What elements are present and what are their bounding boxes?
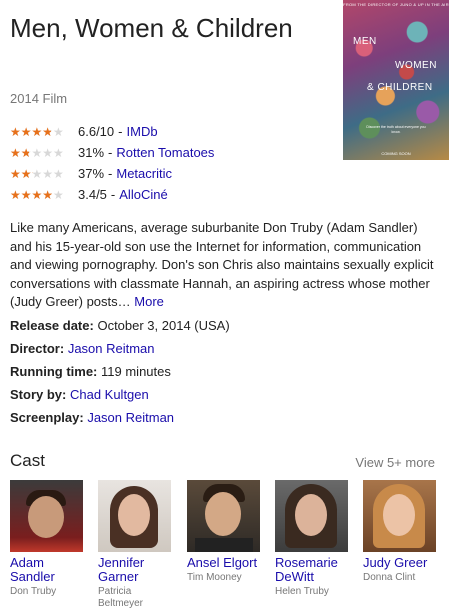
cast-photo[interactable] — [10, 480, 83, 552]
cast-name-link[interactable]: Jennifer Garner — [98, 555, 144, 584]
fact-label: Screenplay: — [10, 410, 84, 425]
cast-photo[interactable] — [363, 480, 436, 552]
cast-member-card[interactable]: Rosemarie DeWitt Helen Truby — [275, 480, 348, 598]
story-by-link[interactable]: Chad Kultgen — [70, 387, 149, 402]
rating-score: 31% — [78, 145, 105, 160]
cast-member-card[interactable]: Adam Sandler Don Truby — [10, 480, 83, 598]
cast-member-card[interactable]: Jennifer Garner Patricia Beltmeyer — [98, 480, 171, 610]
cast-role: Patricia Beltmeyer — [98, 586, 144, 609]
movie-description: Like many Americans, average suburbanite… — [10, 219, 438, 312]
cast-name-link[interactable]: Ansel Elgort — [187, 555, 257, 570]
movie-facts: Release date: October 3, 2014 (USA) Dire… — [10, 314, 230, 429]
fact-label: Release date: — [10, 318, 94, 333]
more-link[interactable]: More — [134, 294, 164, 309]
fact-value: 119 minutes — [101, 364, 171, 379]
cast-name-link[interactable]: Rosemarie DeWitt — [275, 555, 338, 584]
rating-source-link[interactable]: Rotten Tomatoes — [116, 142, 214, 163]
star-rating-icon: ★★★★★★★★★★ — [10, 187, 64, 202]
cast-photo[interactable] — [187, 480, 260, 552]
cast-photo[interactable] — [275, 480, 348, 552]
rating-source-link[interactable]: Metacritic — [116, 163, 172, 184]
rating-row: ★★★★★★★★★★ 31% - Rotten Tomatoes — [10, 142, 214, 163]
rating-score: 6.6/10 — [78, 124, 115, 139]
cast-name-link[interactable]: Judy Greer — [363, 555, 427, 570]
star-rating-icon: ★★★★★★★★★★ — [10, 166, 64, 181]
fact-screenplay: Screenplay: Jason Reitman — [10, 406, 230, 429]
cast-member-card[interactable]: Ansel Elgort Tim Mooney — [187, 480, 260, 584]
star-rating-icon: ★★★★★★★★★★ — [10, 124, 64, 139]
rating-row: ★★★★★★★★★★ 37% - Metacritic — [10, 163, 214, 184]
poster-title-line: WOMEN — [395, 60, 437, 71]
rating-source-link[interactable]: IMDb — [127, 121, 158, 142]
poster-title-line: & CHILDREN — [367, 82, 433, 93]
fact-label: Story by: — [10, 387, 67, 402]
rating-score: 3.4/5 — [78, 187, 107, 202]
rating-source-link[interactable]: AlloCiné — [119, 184, 167, 205]
subtitle: 2014 Film — [10, 91, 68, 106]
fact-release-date: Release date: October 3, 2014 (USA) — [10, 314, 230, 337]
cast-member-card[interactable]: Judy Greer Donna Clint — [363, 480, 436, 584]
rating-score: 37% — [78, 166, 105, 181]
fact-value: October 3, 2014 (USA) — [97, 318, 230, 333]
poster-tagline: Discover the truth about everyone you kn… — [366, 125, 426, 134]
cast-name-link[interactable]: Adam Sandler — [10, 555, 55, 584]
cast-role: Helen Truby — [275, 586, 329, 597]
director-link[interactable]: Jason Reitman — [68, 341, 155, 356]
rating-row: ★★★★★★★★★★ 3.4/5 - AlloCiné — [10, 184, 214, 205]
ratings-list: ★★★★★★★★★★ 6.6/10 - IMDb ★★★★★★★★★★ 31% … — [10, 121, 214, 205]
fact-label: Director: — [10, 341, 65, 356]
cast-heading: Cast — [10, 451, 45, 470]
rating-row: ★★★★★★★★★★ 6.6/10 - IMDb — [10, 121, 214, 142]
cast-role: Don Truby — [10, 586, 57, 597]
page-title: Men, Women & Children — [10, 13, 293, 43]
poster-footer: COMING SOON — [381, 151, 411, 156]
description-text: Like many Americans, average suburbanite… — [10, 220, 434, 309]
fact-label: Running time: — [10, 364, 98, 379]
fact-running-time: Running time: 119 minutes — [10, 360, 230, 383]
cast-role: Donna Clint — [363, 572, 416, 583]
poster-top-text: FROM THE DIRECTOR OF JUNO & UP IN THE AI… — [343, 2, 449, 7]
fact-director: Director: Jason Reitman — [10, 337, 230, 360]
fact-story-by: Story by: Chad Kultgen — [10, 383, 230, 406]
view-more-cast-link[interactable]: View 5+ more — [355, 455, 435, 470]
cast-photo[interactable] — [98, 480, 171, 552]
cast-role: Tim Mooney — [187, 572, 242, 583]
screenplay-link[interactable]: Jason Reitman — [87, 410, 174, 425]
poster-title-line: MEN — [353, 36, 377, 47]
movie-poster[interactable]: FROM THE DIRECTOR OF JUNO & UP IN THE AI… — [343, 0, 449, 160]
star-rating-icon: ★★★★★★★★★★ — [10, 145, 64, 160]
